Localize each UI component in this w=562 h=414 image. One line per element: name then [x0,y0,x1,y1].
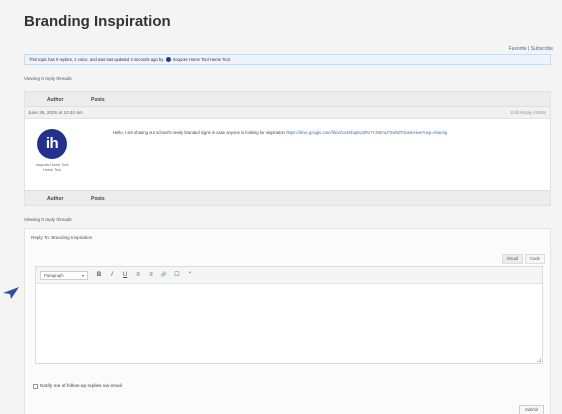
editor-tabs: Visual Code [501,254,545,264]
blockquote-icon[interactable]: “ [185,270,195,280]
format-select[interactable]: Paragraph ▾ [40,271,88,280]
reply-header: June 26, 2025 at 10:40 am Edit Reply #59… [25,107,550,119]
reply-form: Reply To: Branding Inspiration Visual Co… [24,228,551,414]
favorite-subscribe-links: Favorite | Subscribe [509,46,553,52]
reply-admin-links[interactable]: Edit Reply #5935 [511,110,546,115]
viewing-count-top: Viewing 0 reply threads [24,76,72,81]
footer-author: Author [47,196,64,202]
reply-text: Hello, I am sharing our school's newly b… [113,130,285,135]
reply-textarea[interactable] [36,284,542,363]
header-posts: Posts [91,97,105,103]
page-title: Branding Inspiration [24,13,171,30]
notify-checkbox[interactable] [33,384,38,389]
pointer-arrow-icon [3,287,19,299]
topic-table: Author Posts June 26, 2025 at 10:40 am E… [24,91,551,206]
header-author: Author [47,97,64,103]
favorite-link[interactable]: Favorite [509,46,527,52]
tab-code[interactable]: Code [524,254,545,264]
notice-author-link[interactable]: Iroquois Home Tool Home Tool. [173,57,231,62]
underline-button[interactable]: U [120,270,130,280]
chevron-down-icon: ▾ [81,273,84,278]
table-footer: Author Posts [25,190,550,205]
author-avatar[interactable]: ih [37,129,67,159]
bold-button[interactable]: B [94,270,104,280]
reply-link[interactable]: https://drive.google.com/file/d/1x4Kbq9a… [286,130,447,135]
format-select-value: Paragraph [44,273,64,278]
editor-toolbar: Paragraph ▾ B I U ≡ ≡ 🔗 ☐ “ [36,267,542,284]
author-name-link[interactable]: Iroquois Home Tool Home Tool [31,163,73,173]
resize-handle-icon[interactable] [537,358,541,362]
submit-button[interactable]: Submit [518,405,544,414]
numbered-list-button[interactable]: ≡ [146,270,156,280]
subscribe-link[interactable]: Subscribe [531,46,553,52]
reply-form-legend: Reply To: Branding Inspiration [31,235,93,240]
table-header: Author Posts [25,92,550,107]
footer-posts: Posts [91,196,105,202]
tab-visual[interactable]: Visual [501,254,523,264]
notice-text: This topic has 0 replies, 1 voice, and w… [29,57,164,62]
notify-row: Notify me of follow-up replies via email [33,384,122,389]
reply-content: Hello, I am sharing our school's newly b… [113,130,544,135]
image-icon[interactable]: ☐ [172,270,182,280]
reply-date: June 26, 2025 at 10:40 am [28,110,83,115]
reply-editor: Paragraph ▾ B I U ≡ ≡ 🔗 ☐ “ [35,266,543,364]
bullet-list-button[interactable]: ≡ [133,270,143,280]
topic-info-notice: This topic has 0 replies, 1 voice, and w… [24,54,551,65]
reply-body: ih Iroquois Home Tool Home Tool Hello, I… [25,119,550,190]
author-mini-avatar[interactable] [165,57,171,63]
viewing-count-bottom: Viewing 0 reply threads [24,217,72,222]
link-icon[interactable]: 🔗 [159,270,169,280]
italic-button[interactable]: I [107,270,117,280]
notify-label: Notify me of follow-up replies via email [40,384,122,389]
